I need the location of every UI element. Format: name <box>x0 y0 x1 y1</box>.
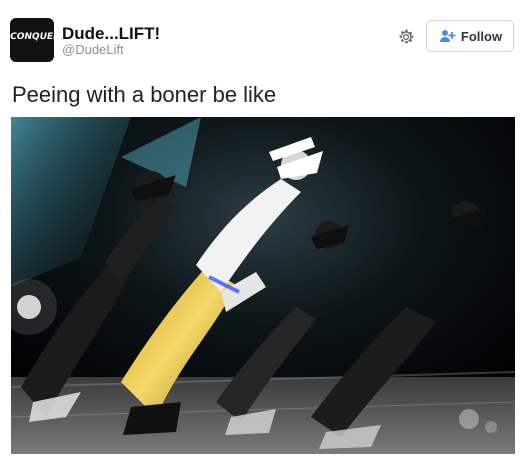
follow-button[interactable]: Follow <box>426 20 514 52</box>
tweet-card: CONQUER Dude...LIFT! @DudeLift Follow Pe… <box>0 0 528 460</box>
display-name[interactable]: Dude...LIFT! <box>62 24 160 44</box>
follow-label: Follow <box>460 28 503 44</box>
user-handle[interactable]: @DudeLift <box>62 42 124 58</box>
tweet-text: Peeing with a boner be like <box>12 82 277 107</box>
tweet-header: CONQUER Dude...LIFT! @DudeLift Follow <box>0 0 528 74</box>
avatar-logo-text: CONQUER <box>10 32 54 42</box>
dance-scene-image <box>11 117 515 454</box>
add-user-icon <box>438 29 456 43</box>
gear-icon[interactable] <box>396 27 416 47</box>
tweet-image[interactable] <box>11 117 515 454</box>
avatar[interactable]: CONQUER <box>10 18 54 62</box>
